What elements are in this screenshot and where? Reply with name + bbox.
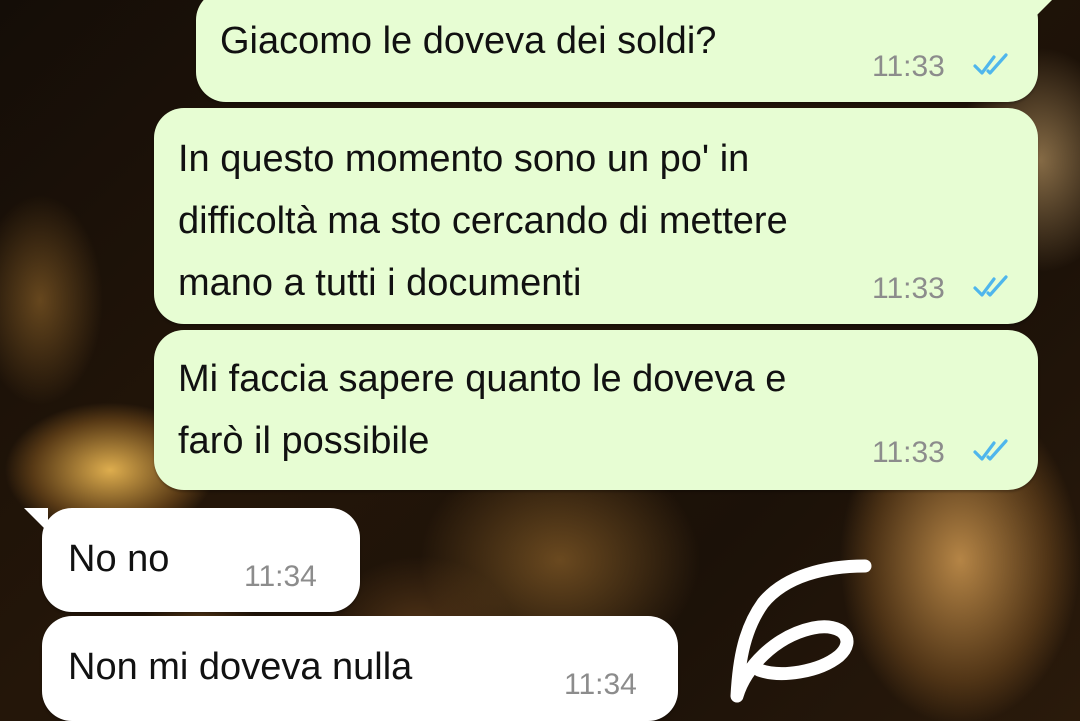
message-text: In questo momento sono un po' in diffico… — [178, 138, 788, 304]
message-bubble-outgoing[interactable]: Giacomo le doveva dei soldi? 11:33 — [196, 0, 1052, 102]
message-text: Non mi doveva nulla — [68, 646, 413, 688]
message-timestamp: 11:34 — [564, 668, 637, 701]
message-text: Mi faccia sapere quanto le doveva e farò… — [178, 358, 787, 462]
message-timestamp: 11:33 — [872, 50, 945, 83]
message-bubble-outgoing[interactable]: Mi faccia sapere quanto le doveva e farò… — [154, 330, 1038, 490]
message-bubble-incoming[interactable]: No no 11:34 — [24, 508, 360, 612]
bubble-tail — [1030, 0, 1052, 22]
read-double-check-icon — [973, 53, 1008, 75]
message-timestamp: 11:34 — [244, 560, 317, 593]
message-bubble-incoming[interactable]: Non mi doveva nulla 11:34 — [42, 616, 678, 721]
message-timestamp: 11:33 — [872, 436, 945, 469]
message-text: Giacomo le doveva dei soldi? — [220, 20, 717, 62]
message-timestamp: 11:33 — [872, 272, 945, 305]
read-double-check-icon — [973, 439, 1008, 461]
read-double-check-icon — [973, 275, 1008, 297]
message-text: No no — [68, 538, 170, 580]
bubble-tail — [24, 508, 48, 532]
message-bubble-outgoing[interactable]: In questo momento sono un po' in diffico… — [154, 108, 1038, 324]
handwritten-scribble-icon — [730, 559, 872, 703]
